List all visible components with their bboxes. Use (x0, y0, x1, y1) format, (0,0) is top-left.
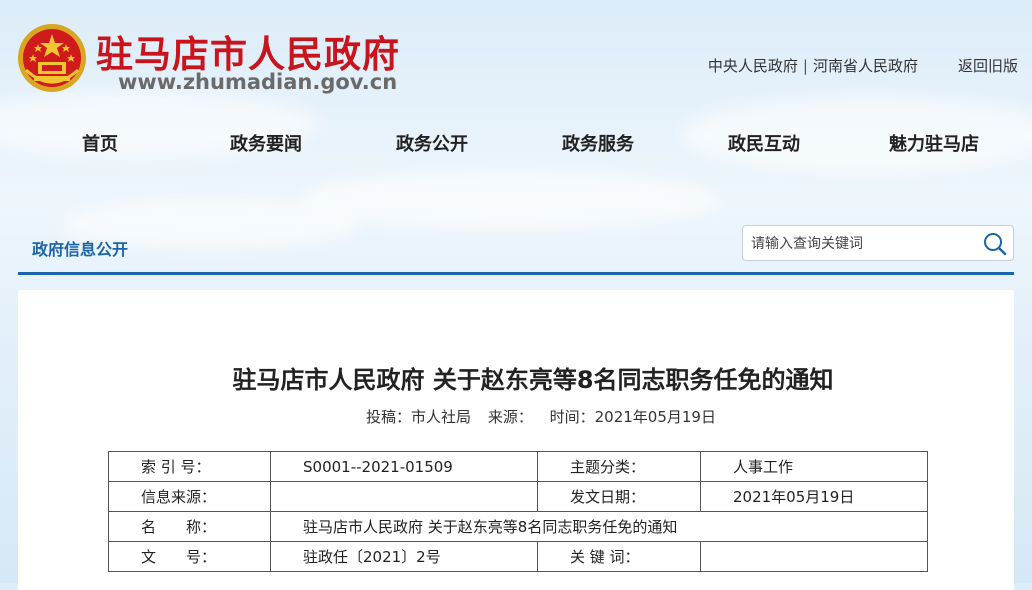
article-panel: 驻马店市人民政府 关于赵东亮等8名同志职务任免的通知 投稿：市人社局 来源： 时… (18, 290, 1014, 590)
index-value: S0001--2021-01509 (270, 451, 538, 482)
date-label: 发文日期： (537, 481, 701, 512)
nav-item-open-government[interactable]: 政务公开 (396, 130, 468, 156)
name-value: 驻马店市人民政府 关于赵东亮等8名同志职务任免的通知 (270, 511, 928, 542)
docno-label: 文 号： (108, 541, 271, 572)
link-separator: | (802, 57, 808, 75)
link-central-government[interactable]: 中央人民政府 (708, 57, 798, 75)
site-url: www.zhumadian.gov.cn (118, 70, 398, 94)
link-henan-government[interactable]: 河南省人民政府 (813, 57, 918, 75)
article-author: 投稿：市人社局 (366, 408, 472, 426)
nav-item-news[interactable]: 政务要闻 (230, 130, 302, 156)
article-title: 驻马店市人民政府 关于赵东亮等8名同志职务任免的通知 (232, 366, 834, 394)
nav-item-home[interactable]: 首页 (82, 130, 118, 156)
source-value (270, 481, 538, 512)
keywords-value (700, 541, 928, 572)
table-row: 文 号： 驻政任〔2021〕2号 关 键 词： (108, 541, 928, 572)
national-emblem-icon[interactable] (16, 22, 88, 94)
top-links: 中央人民政府 | 河南省人民政府 返回旧版 (708, 55, 1018, 76)
search-box (742, 225, 1014, 261)
table-row: 信息来源： 发文日期： 2021年05月19日 (108, 481, 928, 512)
date-value: 2021年05月19日 (700, 481, 928, 512)
info-table: 索 引 号： S0001--2021-01509 主题分类： 人事工作 信息来源… (108, 451, 928, 572)
link-old-version[interactable]: 返回旧版 (958, 57, 1018, 75)
keywords-label: 关 键 词： (537, 541, 701, 572)
search-icon[interactable] (983, 232, 1007, 256)
section-bar: 政府信息公开 (18, 222, 1014, 275)
main-nav: 首页 政务要闻 政务公开 政务服务 政民互动 魅力驻马店 (18, 130, 1018, 158)
nav-item-charm-zhumadian[interactable]: 魅力驻马店 (889, 130, 979, 156)
article-time: 时间：2021年05月19日 (549, 408, 716, 426)
name-label: 名 称： (108, 511, 271, 542)
topic-value: 人事工作 (700, 451, 928, 482)
source-label: 信息来源： (108, 481, 271, 512)
site-header: 驻马店市人民政府 www.zhumadian.gov.cn 中央人民政府 | 河南省… (0, 0, 1032, 110)
nav-item-interaction[interactable]: 政民互动 (728, 130, 800, 156)
article-meta: 投稿：市人社局 来源： 时间：2021年05月19日 (18, 406, 1032, 427)
topic-label: 主题分类： (537, 451, 701, 482)
table-row: 索 引 号： S0001--2021-01509 主题分类： 人事工作 (108, 451, 928, 482)
section-title[interactable]: 政府信息公开 (32, 236, 128, 260)
table-row: 名 称： 驻马店市人民政府 关于赵东亮等8名同志职务任免的通知 (108, 511, 928, 542)
nav-item-services[interactable]: 政务服务 (562, 130, 634, 156)
search-input[interactable] (749, 232, 973, 256)
docno-value: 驻政任〔2021〕2号 (270, 541, 538, 572)
index-label: 索 引 号： (108, 451, 271, 482)
article-source: 来源： (487, 408, 533, 426)
